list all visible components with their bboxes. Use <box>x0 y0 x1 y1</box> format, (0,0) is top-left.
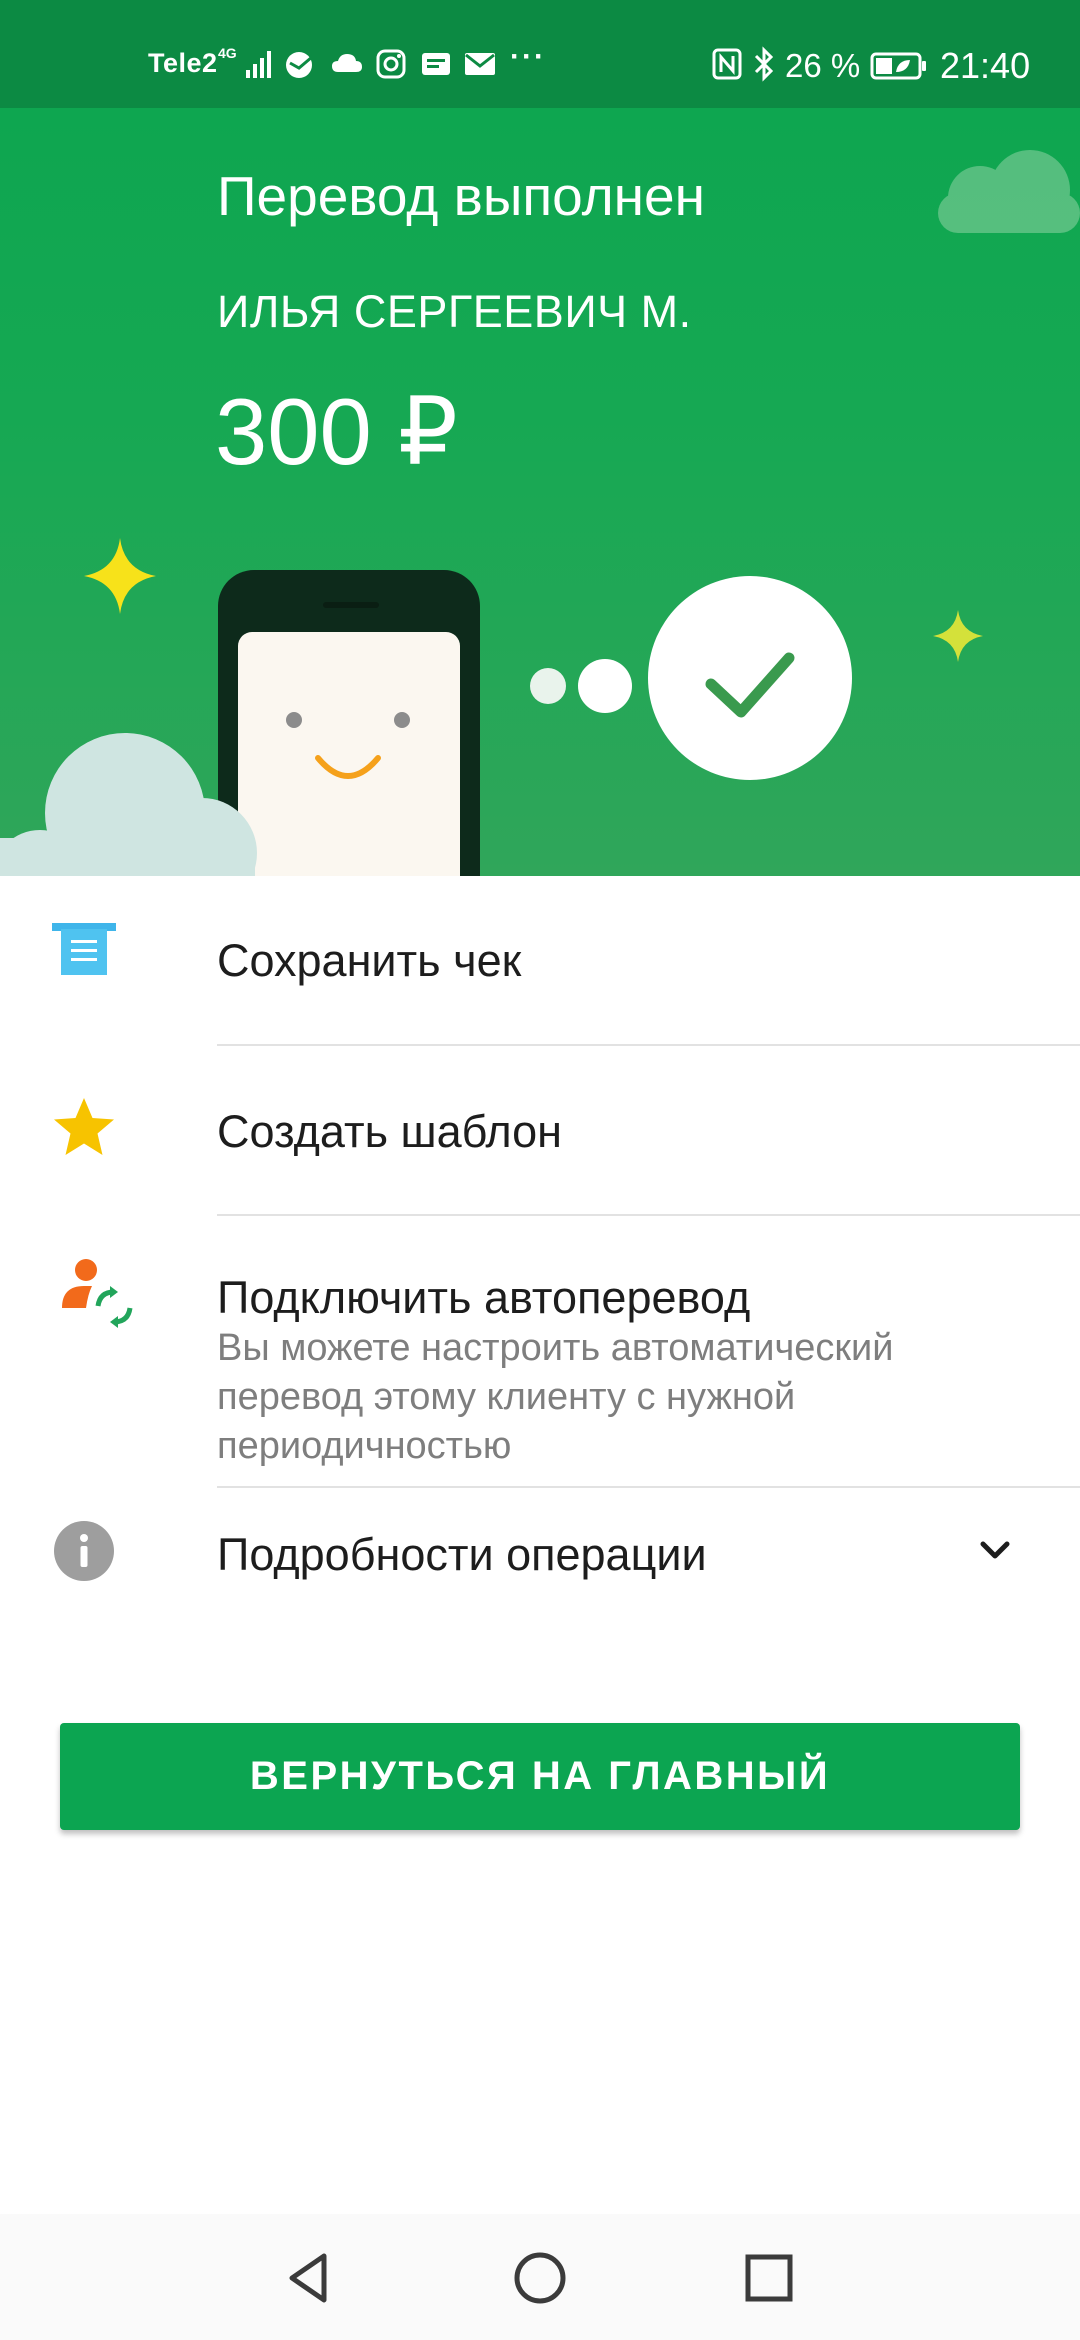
create-template-item[interactable]: Создать шаблон <box>0 1046 1080 1216</box>
more-dots-icon: ··· <box>510 40 546 73</box>
cloud-icon <box>332 54 362 72</box>
operation-details-label: Подробности операции <box>217 1529 707 1580</box>
return-to-main-button[interactable]: ВЕРНУТЬСЯ НА ГЛАВНЫЙ <box>60 1723 1020 1830</box>
success-header: Перевод выполнен ИЛЬЯ СЕРГЕЕВИЧ М. 300 ₽ <box>0 108 1080 876</box>
phone-illustration <box>218 570 480 876</box>
save-receipt-item[interactable]: Сохранить чек <box>0 876 1080 1046</box>
home-icon[interactable] <box>510 2248 570 2308</box>
status-bar: Tele2 4G ··· 26 % 21:40 <box>0 0 1080 108</box>
autotransfer-item[interactable]: Подключить автоперевод Вы можете настрои… <box>0 1216 1080 1488</box>
autotransfer-label: Подключить автоперевод <box>217 1272 751 1323</box>
signal-icon <box>246 51 271 78</box>
page-title: Перевод выполнен <box>217 165 705 227</box>
network-type: 4G <box>218 45 237 61</box>
sparkle-decoration <box>933 610 983 662</box>
chevron-down-icon[interactable] <box>975 1530 1015 1570</box>
create-template-label: Создать шаблон <box>217 1106 563 1157</box>
transfer-amount: 300 ₽ <box>215 379 458 484</box>
message-icon <box>422 53 450 75</box>
clock: 21:40 <box>940 45 1031 86</box>
operation-details-item[interactable]: Подробности операции <box>0 1488 1080 1658</box>
success-check-circle <box>648 576 852 780</box>
recipient-name: ИЛЬЯ СЕРГЕЕВИЧ М. <box>217 286 692 337</box>
sparkle-decoration <box>84 538 156 614</box>
star-icon <box>54 1098 114 1155</box>
transfer-success-screen: Tele2 4G ··· 26 % 21:40 Перевод выполнен… <box>0 0 1080 2340</box>
system-nav-bar <box>0 2214 1080 2340</box>
save-receipt-label: Сохранить чек <box>217 935 522 986</box>
cloud-decoration <box>938 150 1080 233</box>
carrier-name: Tele2 <box>148 48 218 78</box>
sberbank-icon <box>286 52 313 78</box>
instagram-icon <box>376 49 406 79</box>
autotransfer-description: Вы можете настроить автоматический перев… <box>217 1327 894 1467</box>
recents-icon[interactable] <box>739 2248 799 2308</box>
back-icon[interactable] <box>278 2248 338 2308</box>
autotransfer-icon <box>62 1259 133 1328</box>
receipt-icon <box>52 923 116 975</box>
info-icon <box>54 1521 114 1581</box>
battery-icon <box>870 52 926 80</box>
mail-icon <box>465 53 495 75</box>
battery-percent: 26 % <box>785 47 861 84</box>
nfc-icon <box>712 48 742 80</box>
bluetooth-icon <box>754 46 774 82</box>
